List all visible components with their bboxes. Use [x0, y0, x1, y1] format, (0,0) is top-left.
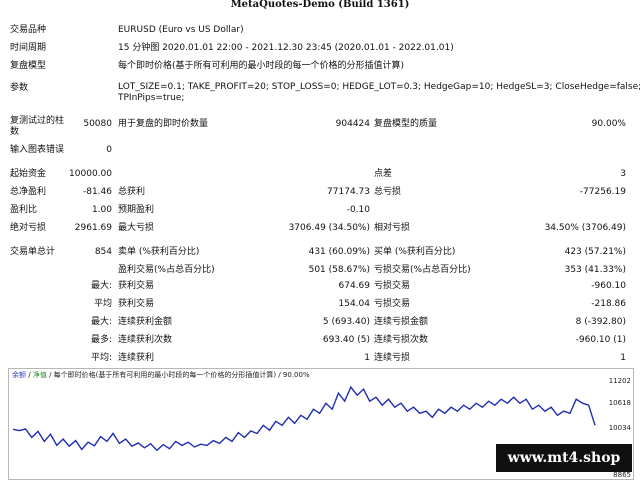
ticks-label: 用于复盘的即时价数量 [118, 119, 209, 129]
rel-dd-value: 34.50% (3706.49) [544, 223, 626, 233]
net-label: 总净盈利 [10, 187, 47, 197]
errors-label: 输入图表错误 [10, 145, 65, 155]
avg-win-label: 获利交易 [118, 299, 155, 309]
win-value: 501 (58.67%) [308, 265, 370, 275]
model-label: 复盘模型 [10, 61, 47, 71]
payoff-value: -0.10 [346, 205, 370, 215]
avg-label: 平均 [93, 299, 112, 309]
row-bars: 复测试过的柱 数 50080 用于复盘的即时价数量 904424 复盘模型的质量… [0, 116, 640, 142]
largest-win-label: 获利交易 [118, 281, 155, 291]
net-value: -81.46 [82, 187, 112, 197]
rel-dd-label: 相对亏损 [374, 223, 411, 233]
max-cons-loss-value: 8 (-392.80) [575, 317, 626, 327]
window-title: MetaQuotes-Demo (Build 1361) [230, 0, 410, 10]
max-cons-label: 最大: [90, 317, 112, 327]
largest-win-value: 674.69 [338, 281, 371, 291]
row-average-consecutive: 平均: 连续获利 1 连续亏损 1 [0, 350, 640, 366]
row-deposit: 起始资金 10000.00 点差 3 [0, 166, 640, 182]
largest-label: 最大: [90, 281, 112, 291]
quality-value: 90.00% [591, 119, 626, 129]
bars-value: 50080 [83, 119, 112, 129]
short-label: 卖单 (%获利百分比) [118, 247, 200, 257]
avg-cons-win-value: 1 [364, 353, 370, 363]
ytick-5: 8865 [613, 471, 631, 479]
row-errors: 输入图表错误 0 [0, 142, 640, 158]
symbol-label: 交易品种 [10, 25, 47, 35]
pf-value: 1.00 [91, 205, 112, 215]
trades-label: 交易单总计 [10, 247, 56, 257]
win-label: 盈利交易(%占总百分比) [118, 265, 215, 275]
params-label: 参数 [10, 83, 29, 93]
avg-cons-loss-label: 连续亏损 [374, 353, 411, 363]
largest-loss-label: 亏损交易 [374, 281, 411, 291]
most-cons-loss-value: -960.10 (1) [575, 335, 626, 345]
loss-label: 亏损交易(%占总百分比) [374, 265, 471, 275]
period-label: 时间周期 [10, 43, 47, 53]
row-period: 时间周期 15 分钟图 2020.01.01 22:00 - 2021.12.3… [0, 40, 640, 56]
row-params: 参数 LOT_SIZE=0.1; TAKE_PROFIT=20; STOP_LO… [0, 78, 640, 106]
balance-line [12, 385, 596, 452]
symbol-value: EURUSD (Euro vs US Dollar) [118, 25, 244, 35]
errors-value: 0 [106, 145, 112, 155]
ytick-1: 11202 [608, 377, 631, 385]
period-value: 15 分钟图 2020.01.01 22:00 - 2021.12.30 23:… [118, 43, 454, 53]
long-label: 买单 (%获利百分比) [374, 247, 456, 257]
ytick-2: 10618 [608, 399, 631, 407]
row-winloss: 盈利交易(%占总百分比) 501 (58.67%) 亏损交易(%占总百分比) 3… [0, 262, 640, 278]
row-largest: 最大: 获利交易 674.69 亏损交易 -960.10 [0, 278, 640, 294]
most-label: 最多: [90, 335, 112, 345]
long-value: 423 (57.21%) [564, 247, 626, 257]
row-model: 复盘模型 每个即时价格(基于所有可利用的最小时段的每一个价格的分形插值计算) [0, 58, 640, 74]
avg-cons-label: 平均: [90, 353, 112, 363]
watermark: www.mt4.shop [496, 444, 632, 472]
row-net: 总净盈利 -81.46 总获利 77174.73 总亏损 -77256.19 [0, 184, 640, 200]
max-dd-label: 最大亏损 [118, 223, 155, 233]
avg-cons-win-label: 连续获利 [118, 353, 155, 363]
abs-dd-label: 绝对亏损 [10, 223, 47, 233]
row-trades: 交易单总计 854 卖单 (%获利百分比) 431 (60.09%) 买单 (%… [0, 244, 640, 260]
payoff-label: 预期盈利 [118, 205, 155, 215]
params-line-2: TPInPips=true; [118, 93, 185, 103]
row-most-consecutive: 最多: 连续获利次数 693.40 (5) 连续亏损次数 -960.10 (1) [0, 332, 640, 348]
largest-loss-value: -960.10 [591, 281, 626, 291]
row-drawdown: 绝对亏损 2961.69 最大亏损 3706.49 (34.50%) 相对亏损 … [0, 220, 640, 236]
max-dd-value: 3706.49 (34.50%) [288, 223, 370, 233]
ytick-3: 10034 [608, 424, 631, 432]
most-cons-win-label: 连续获利次数 [118, 335, 173, 345]
max-cons-win-label: 连续获利金额 [118, 317, 173, 327]
loss-value: 353 (41.33%) [564, 265, 626, 275]
model-value: 每个即时价格(基于所有可利用的最小时段的每一个价格的分形插值计算) [118, 61, 405, 71]
row-symbol: 交易品种 EURUSD (Euro vs US Dollar) [0, 22, 640, 38]
avg-loss-value: -218.86 [591, 299, 626, 309]
gross-loss-value: -77256.19 [579, 187, 626, 197]
abs-dd-value: 2961.69 [74, 223, 112, 233]
gross-profit-label: 总获利 [118, 187, 146, 197]
deposit-label: 起始资金 [10, 169, 47, 179]
trades-value: 854 [94, 247, 112, 257]
spread-label: 点差 [374, 169, 393, 179]
params-line-1: LOT_SIZE=0.1; TAKE_PROFIT=20; STOP_LOSS=… [118, 82, 640, 92]
quality-label: 复盘模型的质量 [374, 119, 438, 129]
max-cons-win-value: 5 (693.40) [322, 317, 370, 327]
row-average: 平均 获利交易 154.04 亏损交易 -218.86 [0, 296, 640, 312]
row-max-consecutive: 最大: 连续获利金额 5 (693.40) 连续亏损金额 8 (-392.80) [0, 314, 640, 330]
avg-cons-loss-value: 1 [620, 353, 626, 363]
pf-label: 盈利比 [10, 205, 38, 215]
row-pf: 盈利比 1.00 预期盈利 -0.10 [0, 202, 640, 218]
bars-label-2: 数 [10, 127, 20, 137]
spread-value: 3 [620, 169, 626, 179]
short-value: 431 (60.09%) [308, 247, 370, 257]
gross-loss-label: 总亏损 [374, 187, 402, 197]
avg-loss-label: 亏损交易 [374, 299, 411, 309]
most-cons-win-value: 693.40 (5) [322, 335, 370, 345]
most-cons-loss-label: 连续亏损次数 [374, 335, 429, 345]
gross-profit-value: 77174.73 [327, 187, 370, 197]
max-cons-loss-label: 连续亏损金额 [374, 317, 429, 327]
deposit-value: 10000.00 [69, 169, 112, 179]
avg-win-value: 154.04 [338, 299, 371, 309]
ticks-value: 904424 [335, 119, 370, 129]
